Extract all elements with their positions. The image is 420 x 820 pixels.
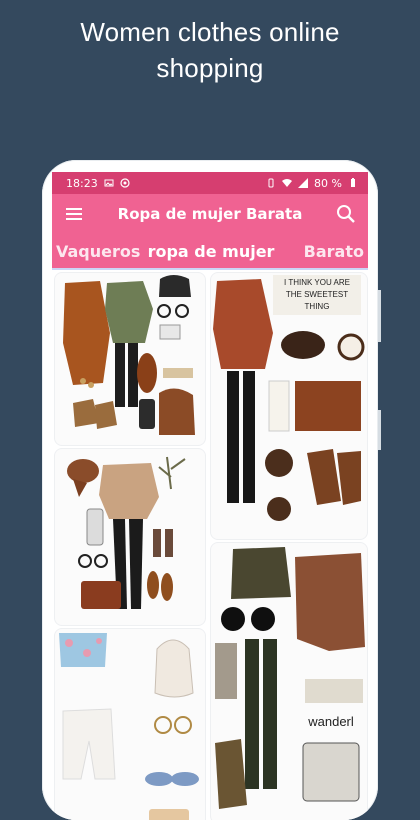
card-overlay-text: wanderl [307,714,354,729]
phone-side-button [378,290,381,342]
app-title: Ropa de mujer Barata [117,205,303,223]
outfit-card[interactable]: wanderl [210,542,368,820]
phone-side-button [378,410,381,450]
status-time: 18:23 [66,176,98,190]
promo-headline-line1: Women clothes online [80,17,340,47]
category-tabs: Vaqueros ropa de mujer Barato [52,234,368,270]
tab-barato[interactable]: Barato [278,242,364,261]
card-overlay-text-line2: THE SWEETEST [286,290,348,299]
phone-screen: 18:23 80 % Ropa de mujer Barata Vaqueros… [52,172,368,820]
search-icon[interactable] [334,202,358,226]
vibrate-icon [268,178,274,188]
wifi-icon [282,179,293,187]
outfit-card[interactable] [54,628,206,820]
battery-percentage: 80 % [314,176,342,190]
outfit-image [59,633,199,820]
outfit-card[interactable] [54,272,206,446]
outfit-image: I THINK YOU ARE THE SWEETEST THING [213,275,365,521]
hamburger-menu-icon[interactable] [62,202,86,226]
phone-frame: 18:23 80 % Ropa de mujer Barata Vaqueros… [42,160,378,820]
outfit-image [63,275,195,435]
promo-headline-line2: shopping [156,53,264,83]
outfit-card[interactable]: I THINK YOU ARE THE SWEETEST THING [210,272,368,540]
tab-vaqueros[interactable]: Vaqueros [56,242,144,261]
image-notification-icon [104,179,114,187]
outfit-image: wanderl [215,547,365,809]
outfit-image [67,456,186,609]
outfit-grid: I THINK YOU ARE THE SWEETEST THING wande… [52,270,368,820]
card-overlay-text-line3: THING [305,302,330,311]
tab-ropa-de-mujer[interactable]: ropa de mujer [144,242,278,261]
app-notification-icon [120,178,130,188]
app-bar: Ropa de mujer Barata [52,194,368,234]
signal-icon [298,178,309,188]
card-overlay-text-line1: I THINK YOU ARE [284,278,350,287]
promo-headline: Women clothes online shopping [0,14,420,86]
status-bar: 18:23 80 % [52,172,368,194]
outfit-card[interactable] [54,448,206,626]
battery-icon [351,178,355,187]
